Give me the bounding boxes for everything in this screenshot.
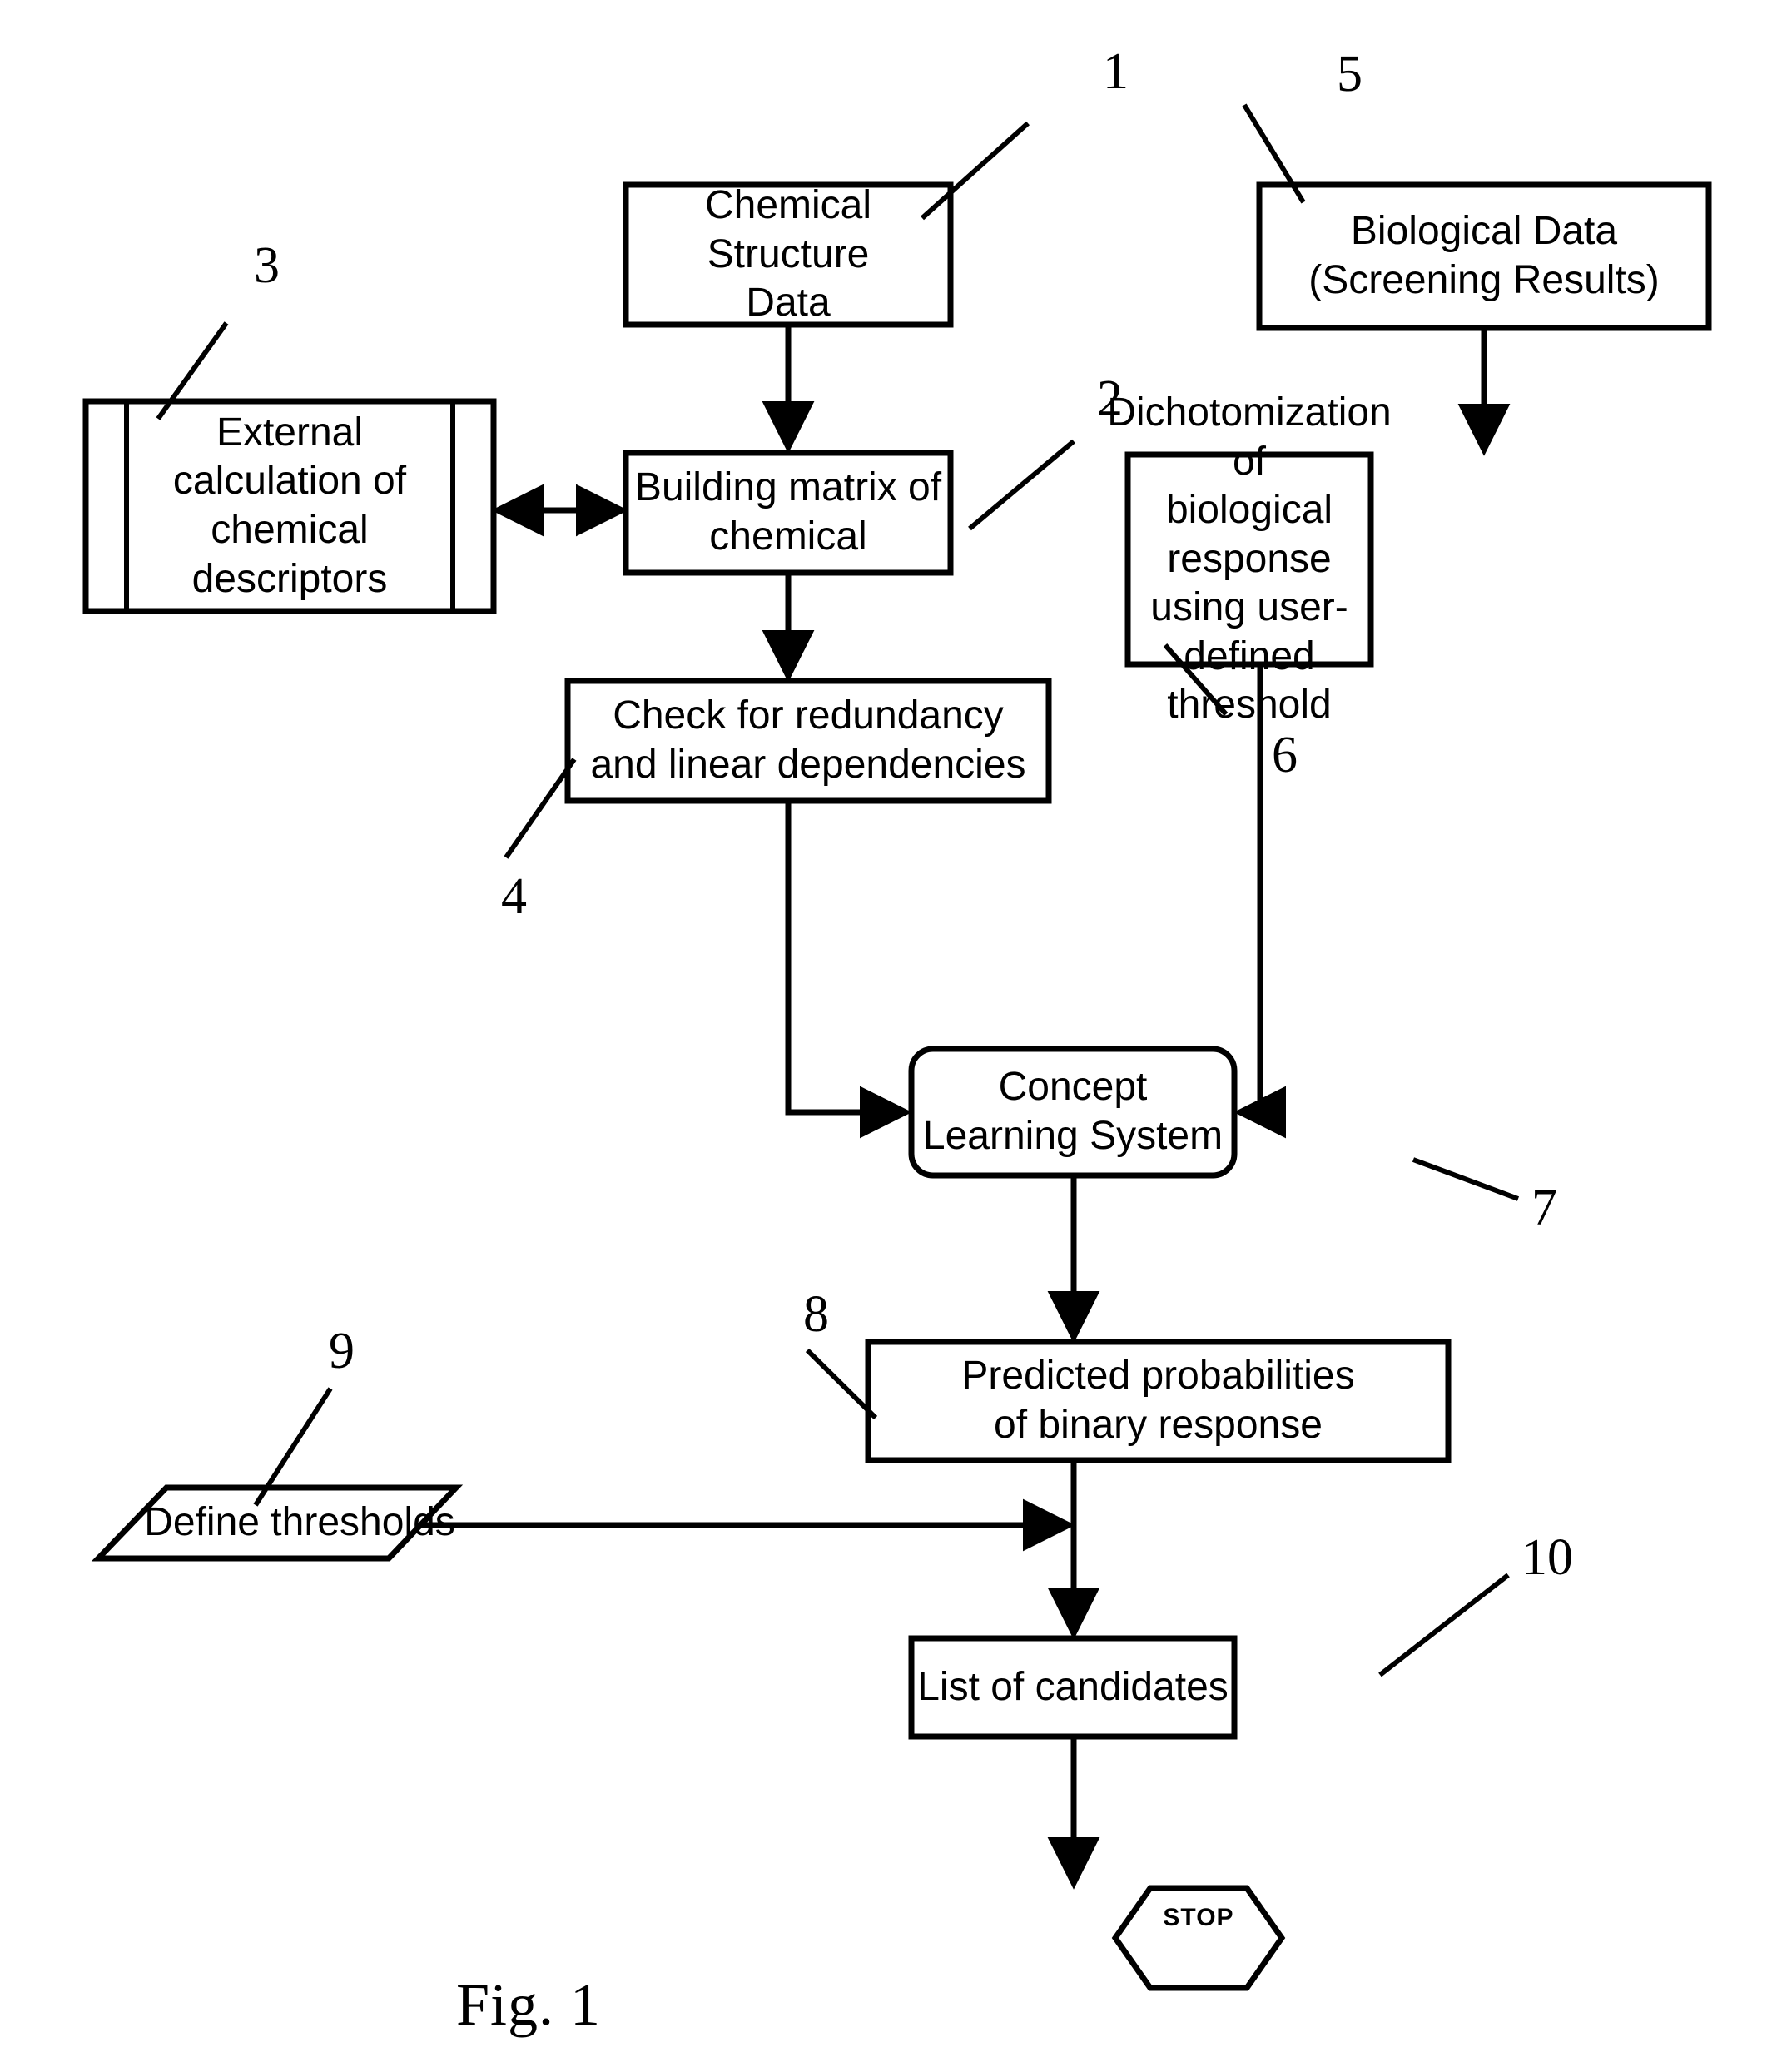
reference-numeral-2: 2	[1097, 370, 1123, 427]
shape-check-redundancy	[564, 678, 1052, 804]
leader-line-1	[920, 121, 1030, 221]
shape-predicted-probabilities	[865, 1339, 1452, 1463]
shape-external-calculation	[82, 398, 497, 614]
leader-line-6	[1163, 643, 1229, 716]
reference-numeral-3: 3	[254, 237, 280, 294]
connector-check-redundancy-to-concept-learning	[785, 801, 912, 1139]
reference-numeral-10: 10	[1521, 1529, 1573, 1586]
figure-caption: Fig. 1	[456, 1971, 602, 2038]
reference-numeral-7: 7	[1531, 1180, 1557, 1236]
shape-chemical-structure-data	[623, 181, 954, 328]
shape-dichotomization	[1124, 451, 1374, 668]
shape-building-matrix	[623, 450, 954, 576]
reference-numeral-5: 5	[1337, 46, 1363, 102]
shape-list-of-candidates	[908, 1635, 1238, 1740]
shape-concept-learning-system	[908, 1046, 1238, 1179]
leader-line-7	[1412, 1157, 1520, 1201]
shape-biological-data	[1256, 181, 1712, 331]
leader-line-10	[1378, 1573, 1510, 1677]
shape-define-thresholds	[91, 1484, 464, 1562]
flowchart-vector-layer	[82, 103, 1712, 1991]
leader-line-3	[156, 321, 229, 420]
leader-line-2	[968, 439, 1075, 531]
reference-numeral-1: 1	[1103, 43, 1129, 100]
patent-figure-page: Chemical Structure Data Biological Data …	[0, 0, 1777, 2072]
leader-line-4	[504, 758, 577, 859]
connector-dichotomization-to-concept-learning	[1233, 664, 1287, 1139]
reference-numeral-8: 8	[803, 1286, 829, 1343]
reference-numeral-4: 4	[501, 868, 527, 925]
reference-numeral-9: 9	[329, 1323, 355, 1379]
shape-stop-terminator	[1111, 1885, 1286, 1991]
reference-numeral-6: 6	[1272, 727, 1298, 783]
